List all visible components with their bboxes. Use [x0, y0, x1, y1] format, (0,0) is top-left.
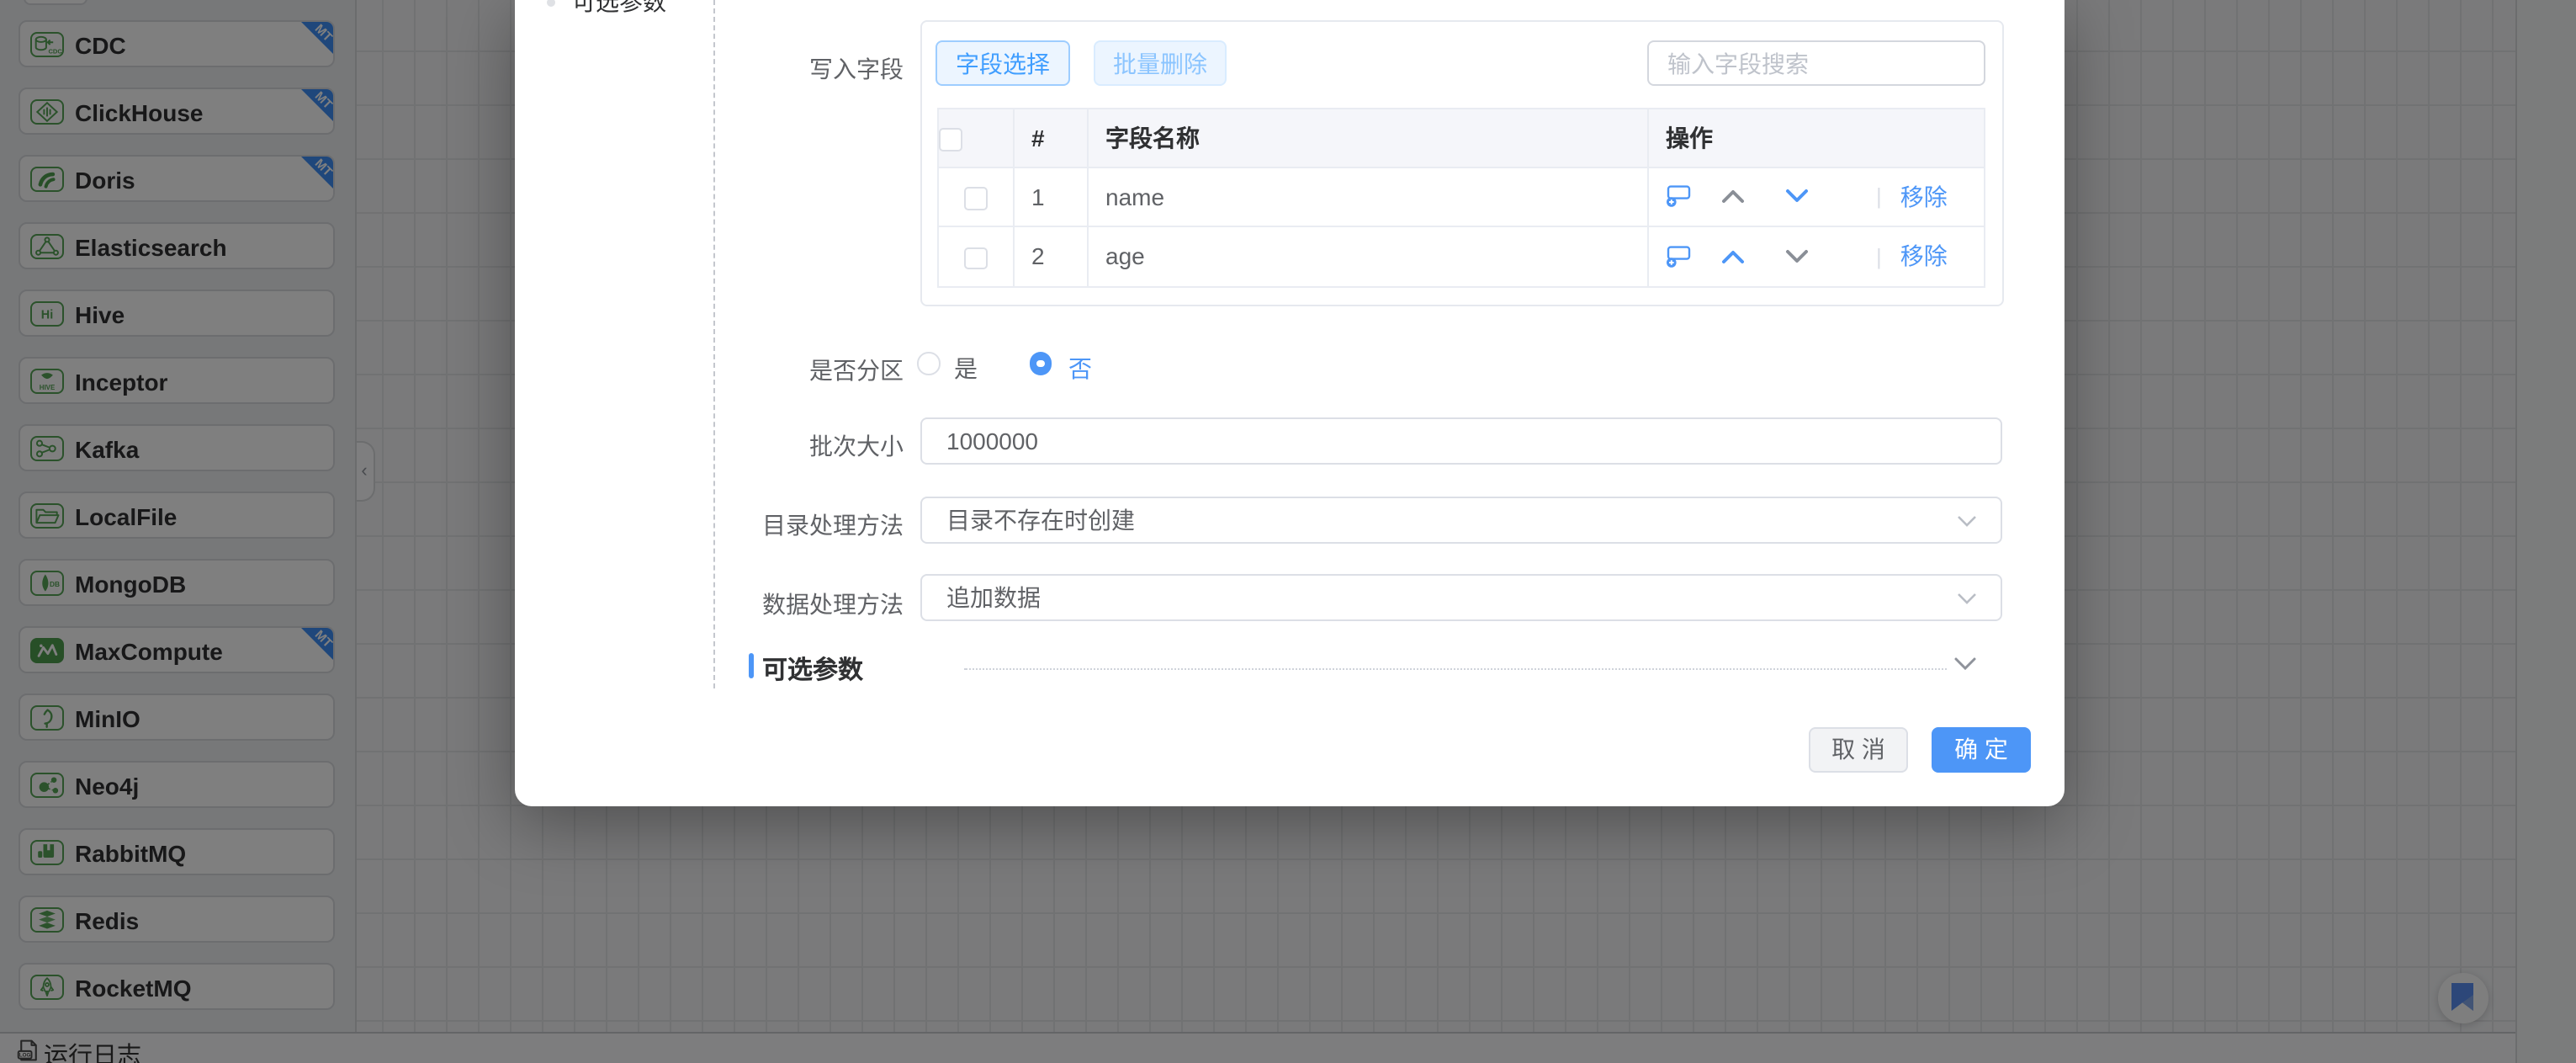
node-config-dialog: 可选参数 写入字段 字段选择 批量删除 # 字段名称 操作 1 name [514, 0, 2064, 805]
select-all-checkbox[interactable] [939, 128, 962, 151]
table-row: 1 name | 移除 [938, 167, 1985, 226]
row-checkbox[interactable] [965, 188, 988, 210]
section-dotted-rule [963, 667, 1946, 669]
dir-method-label: 目录处理方法 [762, 508, 904, 542]
section-collapse-chevron-icon[interactable] [1953, 656, 1976, 672]
data-method-select[interactable]: 追加数据 [920, 574, 2002, 621]
optional-params-title: 可选参数 [762, 651, 863, 687]
col-header-field-name: 字段名称 [1088, 108, 1648, 167]
row-index: 1 [1014, 167, 1088, 226]
row-field-name: age [1088, 226, 1648, 286]
confirm-button[interactable]: 确 定 [1932, 726, 2031, 773]
step-nav-divider [713, 0, 715, 688]
batch-size-value: 1000000 [946, 428, 1038, 454]
move-down-icon[interactable] [1785, 249, 1809, 264]
data-method-label: 数据处理方法 [762, 587, 904, 620]
remove-link[interactable]: 移除 [1900, 240, 1948, 274]
step-dot-icon [547, 0, 555, 6]
move-up-icon[interactable] [1721, 249, 1745, 264]
add-field-icon[interactable] [1666, 246, 1691, 268]
data-method-value: 追加数据 [946, 581, 1041, 614]
partition-yes-radio[interactable] [917, 352, 940, 375]
app-root: CDC CDC MT ClickHouse MT Doris MT [0, 0, 2576, 1063]
partition-yes-label[interactable]: 是 [954, 352, 978, 385]
cancel-button[interactable]: 取 消 [1809, 726, 1908, 773]
chevron-down-icon [1957, 514, 1977, 526]
fields-table: # 字段名称 操作 1 name [937, 107, 1985, 287]
divider: | [1876, 244, 1882, 269]
field-select-button[interactable]: 字段选择 [936, 40, 1070, 86]
chevron-down-icon [1957, 593, 1977, 604]
dir-method-select[interactable]: 目录不存在时创建 [920, 496, 2002, 543]
move-up-icon[interactable] [1721, 189, 1745, 205]
partition-label: 是否分区 [809, 353, 904, 386]
write-fields-label: 写入字段 [809, 51, 904, 85]
section-accent-bar [749, 653, 754, 678]
table-header-row: # 字段名称 操作 [938, 108, 1985, 167]
batch-delete-button[interactable]: 批量删除 [1094, 40, 1227, 86]
field-search-input[interactable] [1647, 40, 1985, 86]
row-checkbox[interactable] [965, 247, 988, 270]
move-down-icon[interactable] [1785, 189, 1809, 205]
batch-size-label: 批次大小 [809, 429, 904, 463]
col-header-index: # [1014, 108, 1088, 167]
divider: | [1876, 184, 1882, 210]
table-row: 2 age | 移除 [938, 226, 1985, 286]
partition-no-radio[interactable] [1029, 352, 1052, 375]
remove-link[interactable]: 移除 [1900, 180, 1948, 214]
add-field-icon[interactable] [1666, 186, 1691, 208]
batch-size-input[interactable]: 1000000 [920, 417, 2002, 464]
step-nav-item-optional-params[interactable]: 可选参数 [572, 0, 666, 19]
row-field-name: name [1088, 167, 1648, 226]
partition-no-label[interactable]: 否 [1068, 352, 1092, 385]
dir-method-value: 目录不存在时创建 [946, 502, 1135, 536]
col-header-actions: 操作 [1648, 108, 1985, 167]
row-index: 2 [1014, 226, 1088, 286]
